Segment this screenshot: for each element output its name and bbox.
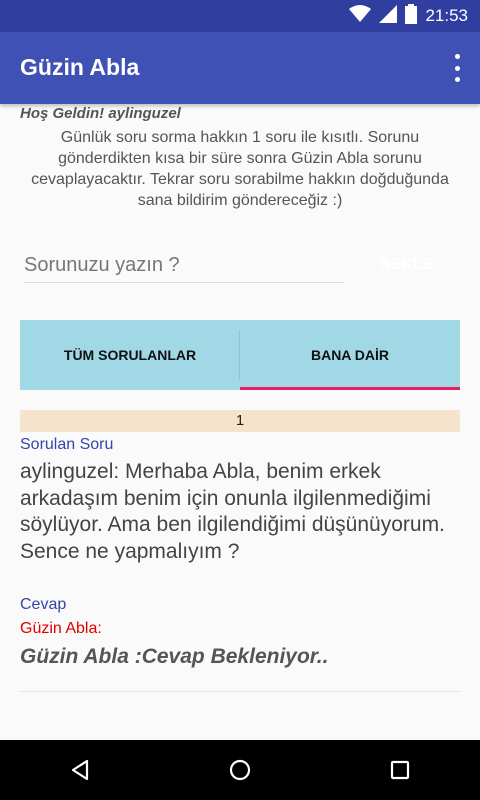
signal-icon [379,4,398,28]
overflow-menu-icon[interactable] [452,54,462,82]
list-divider [20,691,460,692]
nav-home-icon[interactable] [210,740,270,800]
app-title: Güzin Abla [20,54,140,80]
answer-text: Güzin Abla :Cevap Bekleniyor.. [20,645,329,668]
answer-label: Cevap [20,596,67,613]
nav-back-icon[interactable] [50,740,110,800]
welcome-text: Hoş Geldin! aylinguzel [20,105,181,122]
nav-recents-icon[interactable] [370,740,430,800]
status-bar: 21:53 [0,0,480,32]
wifi-icon [349,4,372,28]
question-text: aylinguzel: Merhaba Abla, benim erkek ar… [20,460,445,563]
tab-bar: TÜM SORULANLAR BANA DAİR [20,320,460,390]
info-text: Günlük soru sorma hakkın 1 soru ile kısı… [31,129,449,209]
tab-all-questions[interactable]: TÜM SORULANLAR [20,320,240,390]
question-label: Sorulan Soru [20,436,114,453]
battery-icon [405,3,418,29]
wait-button[interactable]: BEKLE [360,250,452,280]
answer-author: Güzin Abla: [20,620,102,637]
question-input[interactable] [24,248,344,283]
tab-about-me[interactable]: BANA DAİR [240,320,460,390]
app-bar: Güzin Abla [0,32,480,104]
question-counter: 1 [20,410,460,432]
status-time: 21:53 [425,6,468,25]
navigation-bar [0,740,480,800]
